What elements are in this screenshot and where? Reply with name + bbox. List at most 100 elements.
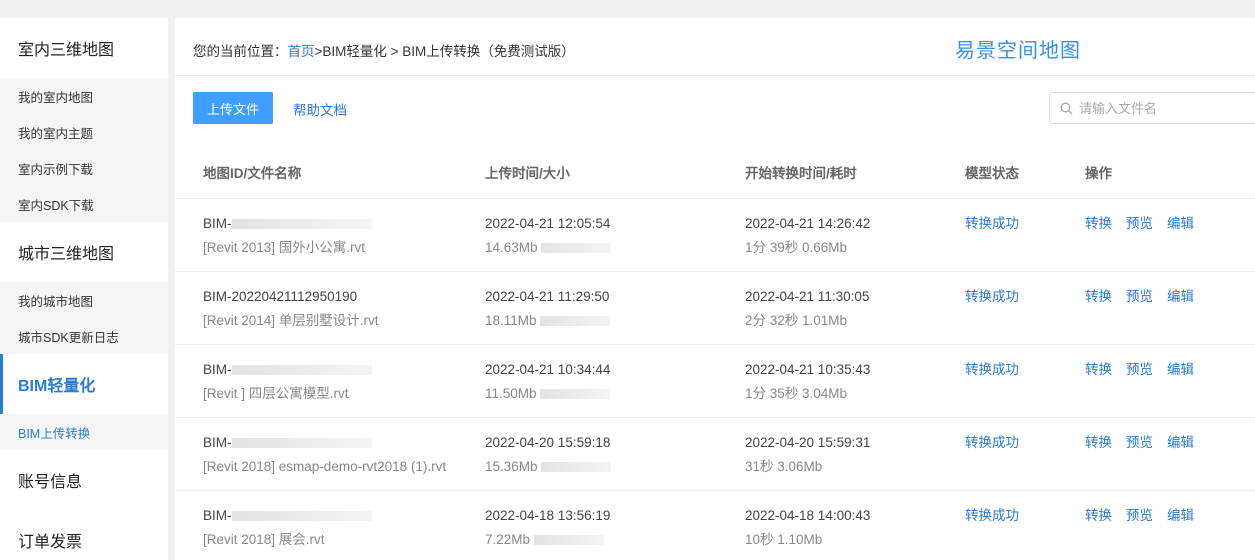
breadcrumb-home-link[interactable]: 首页: [288, 44, 315, 59]
search-input[interactable]: [1079, 100, 1249, 116]
convert-duration: 2分 32秒 1.01Mb: [745, 312, 848, 328]
search-icon: [1060, 102, 1073, 114]
sidebar-section-0[interactable]: 室内三维地图: [0, 18, 168, 78]
sidebar-item[interactable]: 我的室内地图: [0, 78, 168, 114]
help-docs-link[interactable]: 帮助文档: [293, 99, 347, 119]
sidebar-item[interactable]: 我的室内主题: [0, 114, 168, 150]
cell-id-name: BIM- [Revit 2013] 国外小公寓.rvt: [175, 198, 485, 272]
upload-time: 2022-04-18 13:56:19: [485, 507, 611, 523]
upload-time: 2022-04-21 10:34:44: [485, 361, 611, 377]
cell-convert: 2022-04-20 15:59:31 31秒 3.06Mb: [745, 417, 965, 491]
file-name: [Revit 2018] 展会.rvt: [203, 531, 325, 547]
convert-button[interactable]: 转换: [1085, 508, 1112, 523]
file-size-wrap: 15.36Mb: [485, 458, 745, 476]
column-header-status: 模型状态: [965, 146, 1085, 199]
table-row: BIM- [Revit 2018] esmap-demo-rvt2018 (1).…: [175, 417, 1255, 491]
cell-actions: 转换 预览 编辑: [1085, 271, 1255, 345]
upload-time: 2022-04-20 15:59:18: [485, 434, 611, 450]
preview-button[interactable]: 预览: [1126, 289, 1153, 304]
sidebar-item[interactable]: 我的城市地图: [0, 282, 168, 318]
file-size: 18.11Mb: [485, 312, 537, 328]
edit-button[interactable]: 编辑: [1167, 508, 1194, 523]
sidebar-submenu: BIM上传转换: [0, 414, 168, 450]
cell-actions: 转换 预览 编辑: [1085, 344, 1255, 418]
convert-start-time: 2022-04-21 10:35:43: [745, 361, 871, 377]
sidebar-section-3[interactable]: 账号信息: [0, 450, 168, 510]
convert-duration: 10秒 1.10Mb: [745, 531, 823, 547]
cell-convert: 2022-04-18 14:00:43 10秒 1.10Mb: [745, 490, 965, 560]
redacted-id: [231, 510, 372, 521]
redacted-uploader: [533, 534, 604, 545]
map-id-text: BIM-: [203, 215, 232, 231]
file-name: [Revit ] 四层公寓模型.rvt: [203, 385, 349, 401]
main-panel: 您的当前位置：首页>BIM轻量化 > BIM上传转换（免费测试版） 易景空间地图…: [175, 18, 1255, 560]
sidebar-section-2[interactable]: BIM轻量化: [0, 354, 168, 414]
cell-id-name: BIM-20220421112950190 [Revit 2014] 单层别墅设计…: [175, 271, 485, 345]
sidebar-section-1[interactable]: 城市三维地图: [0, 222, 168, 282]
convert-button[interactable]: 转换: [1085, 435, 1112, 450]
redacted-uploader: [540, 388, 611, 399]
file-name: [Revit 2014] 单层别墅设计.rvt: [203, 312, 379, 328]
model-status: 转换成功: [965, 215, 1019, 231]
file-size-wrap: 18.11Mb: [485, 312, 745, 330]
preview-button[interactable]: 预览: [1126, 216, 1153, 231]
cell-id-name: BIM- [Revit 2018] 展会.rvt: [175, 490, 485, 560]
cell-id-name: BIM- [Revit 2018] esmap-demo-rvt2018 (1).…: [175, 417, 485, 491]
column-header-id-name: 地图ID/文件名称: [175, 146, 485, 199]
map-id: BIM-20220421112950190: [203, 288, 485, 306]
model-status: 转换成功: [965, 288, 1019, 304]
preview-button[interactable]: 预览: [1126, 508, 1153, 523]
convert-duration: 1分 39秒 0.66Mb: [745, 239, 848, 255]
edit-button[interactable]: 编辑: [1167, 289, 1194, 304]
map-id: BIM-: [203, 434, 485, 452]
table-row: BIM- [Revit ] 四层公寓模型.rvt 2022-04-21 10:34:…: [175, 344, 1255, 418]
cell-upload: 2022-04-18 13:56:19 7.22Mb: [485, 490, 745, 560]
file-size: 7.22Mb: [485, 531, 531, 547]
convert-button[interactable]: 转换: [1085, 362, 1112, 377]
edit-button[interactable]: 编辑: [1167, 362, 1194, 377]
convert-button[interactable]: 转换: [1085, 216, 1112, 231]
redacted-id: [231, 218, 372, 229]
map-id: BIM-: [203, 361, 485, 379]
sidebar-section-4[interactable]: 订单发票: [0, 510, 168, 560]
cell-upload: 2022-04-20 15:59:18 15.36Mb: [485, 417, 745, 491]
sidebar-item[interactable]: BIM上传转换: [0, 414, 168, 450]
edit-button[interactable]: 编辑: [1167, 435, 1194, 450]
table-row: BIM-20220421112950190 [Revit 2014] 单层别墅设计…: [175, 271, 1255, 345]
sidebar-submenu: 我的城市地图 城市SDK更新日志: [0, 282, 168, 354]
table-row: BIM- [Revit 2018] 展会.rvt 2022-04-18 13:56:…: [175, 490, 1255, 560]
convert-start-time: 2022-04-21 11:30:05: [745, 288, 870, 304]
map-id: BIM-: [203, 507, 485, 525]
file-size: 15.36Mb: [485, 458, 538, 474]
upload-time: 2022-04-21 11:29:50: [485, 288, 610, 304]
map-id-text: BIM-20220421112950190: [203, 288, 358, 304]
map-id-text: BIM-: [203, 361, 232, 377]
search-box: [1049, 92, 1255, 124]
breadcrumb-current: BIM上传转换（免费测试版）: [402, 44, 575, 59]
convert-start-time: 2022-04-21 14:26:42: [745, 215, 871, 231]
model-status: 转换成功: [965, 361, 1019, 377]
cell-id-name: BIM- [Revit ] 四层公寓模型.rvt: [175, 344, 485, 418]
upload-file-button[interactable]: 上传文件: [193, 92, 273, 124]
sidebar-item[interactable]: 室内SDK下载: [0, 186, 168, 222]
convert-button[interactable]: 转换: [1085, 289, 1112, 304]
edit-button[interactable]: 编辑: [1167, 216, 1194, 231]
cell-actions: 转换 预览 编辑: [1085, 490, 1255, 560]
map-id-text: BIM-: [203, 434, 232, 450]
cell-convert: 2022-04-21 11:30:05 2分 32秒 1.01Mb: [745, 271, 965, 345]
file-name: [Revit 2013] 国外小公寓.rvt: [203, 239, 366, 255]
preview-button[interactable]: 预览: [1126, 435, 1153, 450]
file-size-wrap: 7.22Mb: [485, 531, 745, 549]
sidebar-item[interactable]: 城市SDK更新日志: [0, 318, 168, 354]
file-size: 11.50Mb: [485, 385, 537, 401]
cell-upload: 2022-04-21 12:05:54 14.63Mb: [485, 198, 745, 272]
redacted-uploader: [541, 461, 612, 472]
sidebar-item[interactable]: 室内示例下载: [0, 150, 168, 186]
breadcrumb-bim[interactable]: BIM轻量化: [322, 44, 387, 59]
convert-start-time: 2022-04-20 15:59:31: [745, 434, 871, 450]
sidebar-submenu: 我的室内地图 我的室内主题 室内示例下载 室内SDK下载: [0, 78, 168, 222]
file-size: 14.63Mb: [485, 239, 538, 255]
preview-button[interactable]: 预览: [1126, 362, 1153, 377]
cell-convert: 2022-04-21 10:35:43 1分 35秒 3.04Mb: [745, 344, 965, 418]
redacted-id: [231, 364, 372, 375]
